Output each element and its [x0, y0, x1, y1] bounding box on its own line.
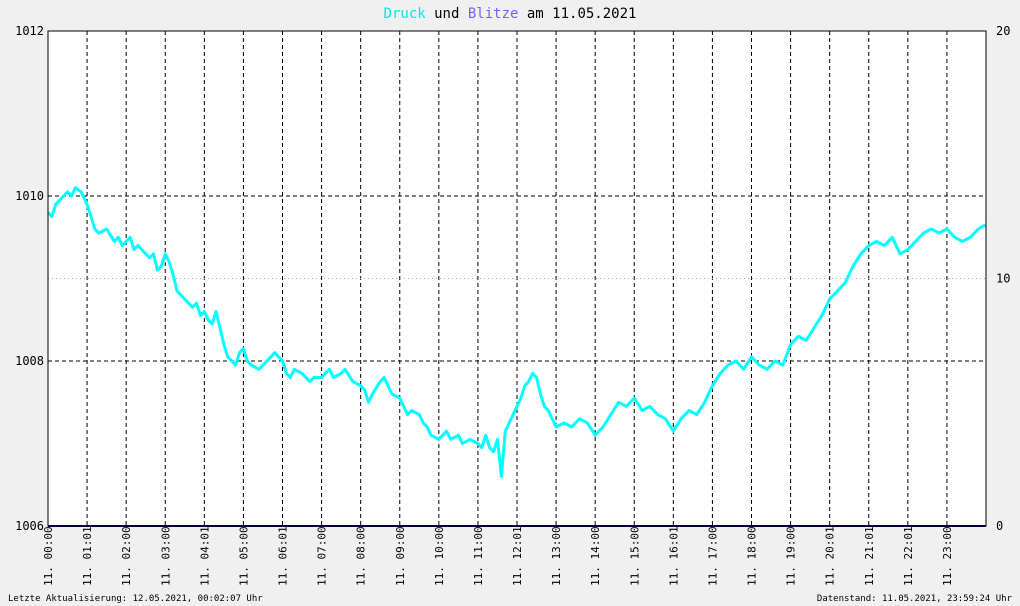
x-tick-label-1: 11. 01:01: [81, 526, 94, 586]
x-tick-label-18: 11. 18:00: [746, 526, 759, 586]
y-tick-label-3: 1012: [15, 24, 44, 38]
y-tick-label-2: 1010: [15, 189, 44, 203]
x-tick-label-21: 11. 21:01: [863, 526, 876, 586]
x-tick-label-9: 11. 09:00: [394, 526, 407, 586]
x-tick-label-6: 11. 06:01: [277, 526, 290, 586]
title-date: am 11.05.2021: [518, 6, 636, 22]
x-tick-label-20: 11. 20:01: [824, 526, 837, 586]
x-tick-label-8: 11. 08:00: [355, 526, 368, 586]
footer-data-status: Datenstand: 11.05.2021, 23:59:24 Uhr: [817, 594, 1013, 604]
y2-tick-label-1: 10: [996, 272, 1010, 286]
x-tick-label-23: 11. 23:00: [941, 526, 954, 586]
x-tick-label-7: 11. 07:00: [316, 526, 329, 586]
y-tick-label-1: 1008: [15, 354, 44, 368]
x-tick-label-17: 11. 17:00: [706, 526, 719, 586]
x-tick-label-19: 11. 19:00: [785, 526, 798, 586]
title-druck: Druck: [384, 6, 427, 22]
x-tick-label-16: 11. 16:01: [667, 526, 680, 586]
x-tick-label-22: 11. 22:01: [902, 526, 915, 586]
x-tick-label-13: 11. 13:00: [550, 526, 563, 586]
x-tick-label-12: 11. 12:01: [511, 526, 524, 586]
x-tick-label-5: 11. 05:00: [237, 526, 250, 586]
x-tick-label-2: 11. 02:00: [120, 526, 133, 586]
y2-tick-label-2: 20: [996, 24, 1010, 38]
x-tick-label-14: 11. 14:00: [589, 526, 602, 586]
y2-tick-label-0: 0: [996, 519, 1003, 533]
x-tick-label-3: 11. 03:00: [159, 526, 172, 586]
x-tick-label-15: 11. 15:00: [628, 526, 641, 586]
y-tick-label-0: 1006: [15, 519, 44, 533]
x-tick-label-4: 11. 04:01: [198, 526, 211, 586]
footer-last-update: Letzte Aktualisierung: 12.05.2021, 00:02…: [8, 594, 263, 604]
x-tick-label-10: 11. 10:00: [433, 526, 446, 586]
pressure-lightning-chart: Druck und Blitze am 11.05.2021 1006 1008 1…: [0, 0, 1020, 606]
x-tick-label-0: 11. 00:00: [42, 526, 55, 586]
title-blitze: Blitze: [468, 6, 519, 22]
x-tick-label-11: 11. 11:00: [472, 526, 485, 586]
title-und: und: [426, 6, 468, 22]
chart-title: Druck und Blitze am 11.05.2021: [384, 6, 637, 22]
